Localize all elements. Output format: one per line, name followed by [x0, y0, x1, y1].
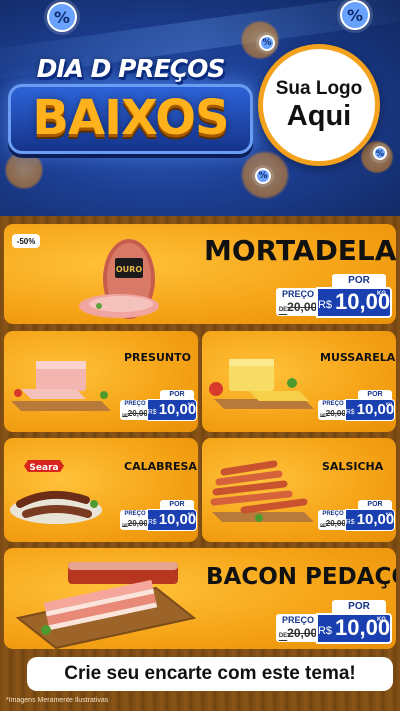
product-name: MORTADELA — [204, 234, 396, 267]
product-card-bacon: BACON PEDAÇO POR PREÇO DE20,00 R$ 10,00 … — [4, 548, 396, 649]
unit-label: KG — [188, 401, 194, 406]
presunto-image — [11, 361, 111, 411]
product-card-salsicha: SALSICHA POR PREÇO DE20,00 R$ 10,00 KG — [202, 438, 396, 542]
old-price-box: PREÇO DE20,00 — [276, 288, 320, 316]
percent-badge-icon: % — [340, 0, 370, 30]
currency: R$ — [317, 625, 332, 637]
cta-banner[interactable]: Crie seu encarte com este tema! — [27, 657, 393, 691]
product-name: CALABRESA — [124, 460, 197, 473]
percent-badge-icon: % — [47, 2, 77, 32]
disclaimer-text: *Imagens Meramente Ilustrativas — [6, 697, 109, 704]
price-label: PREÇO — [322, 401, 344, 407]
unit-label: KG — [386, 401, 392, 406]
product-name: BACON PEDAÇO — [206, 564, 396, 590]
product-name: PRESUNTO — [124, 351, 191, 364]
price-label: PREÇO — [322, 511, 344, 517]
price-label: PREÇO — [281, 615, 314, 625]
unit-label: KG — [386, 511, 392, 516]
discount-badge: -50% — [12, 234, 40, 248]
old-price: DE20,00 — [320, 519, 346, 528]
unit-label: KG — [377, 291, 386, 297]
new-price-box: R$ 10,00 KG — [147, 399, 197, 421]
old-price-box: PREÇO DE20,00 — [120, 400, 150, 420]
percent-badge-icon: % — [373, 146, 387, 160]
price-label: PREÇO — [124, 511, 146, 517]
product-card-mussarela: MUSSARELA POR PREÇO DE20,00 R$ 10,00 KG — [202, 331, 396, 432]
title-top-text: DIA D PREÇOS — [36, 54, 226, 83]
salsicha-image — [210, 460, 314, 522]
product-name: SALSICHA — [322, 460, 384, 473]
product-card-mortadela: OURO MORTADELA POR PREÇO DE20,00 R$ 10,0… — [4, 224, 396, 324]
old-price: DE20,00 — [122, 409, 148, 418]
percent-badge-icon: % — [255, 168, 271, 184]
currency: R$ — [345, 409, 355, 416]
unit-label: KG — [188, 511, 194, 516]
old-price: DE20,00 — [122, 519, 148, 528]
old-price-box: PREÇO DE20,00 — [120, 510, 150, 530]
currency: R$ — [147, 519, 157, 526]
percent-badge-icon: % — [259, 35, 275, 51]
old-price: DE20,00 — [278, 626, 318, 640]
product-name: MUSSARELA — [320, 351, 396, 364]
logo-line-2: Aqui — [286, 100, 352, 132]
old-price-box: PREÇO DE20,00 — [318, 510, 348, 530]
mussarela-image — [209, 359, 314, 409]
mortadela-image: OURO — [79, 239, 159, 319]
new-price-box: R$ 10,00 KG — [345, 399, 395, 421]
price-label: PREÇO — [124, 401, 146, 407]
product-card-calabresa: Seara CALABRESA POR PREÇO DE20,00 R$ 10,… — [4, 438, 198, 542]
calabresa-image: Seara — [10, 460, 102, 524]
old-price: DE20,00 — [320, 409, 346, 418]
brand-label: OURO — [116, 265, 142, 274]
unit-label: KG — [377, 617, 386, 623]
promo-title: DIA D PREÇOS BAIXOS — [8, 50, 253, 158]
new-price-box: R$ 10,00 KG — [316, 613, 392, 644]
new-price-box: R$ 10,00 KG — [345, 509, 395, 531]
header-banner: % % % % % DIA D PREÇOS BAIXOS Sua Logo A… — [0, 0, 400, 216]
old-price-box: PREÇO DE20,00 — [276, 614, 320, 642]
logo-placeholder: Sua Logo Aqui — [258, 44, 380, 166]
product-card-presunto: PRESUNTO POR PREÇO DE20,00 R$ 10,00 KG — [4, 331, 198, 432]
logo-line-1: Sua Logo — [275, 78, 363, 99]
bacon-image — [15, 562, 197, 649]
price-label: PREÇO — [281, 289, 314, 299]
title-main-text: BAIXOS — [32, 90, 229, 146]
currency: R$ — [345, 519, 355, 526]
old-price-box: PREÇO DE20,00 — [318, 400, 348, 420]
por-label: POR — [332, 600, 386, 614]
old-price: DE20,00 — [278, 300, 318, 314]
new-price-box: R$ 10,00 KG — [147, 509, 197, 531]
new-price-box: R$ 10,00 KG — [316, 287, 392, 318]
currency: R$ — [147, 409, 157, 416]
brand-label: Seara — [29, 463, 58, 473]
currency: R$ — [317, 299, 332, 311]
por-label: POR — [332, 274, 386, 288]
